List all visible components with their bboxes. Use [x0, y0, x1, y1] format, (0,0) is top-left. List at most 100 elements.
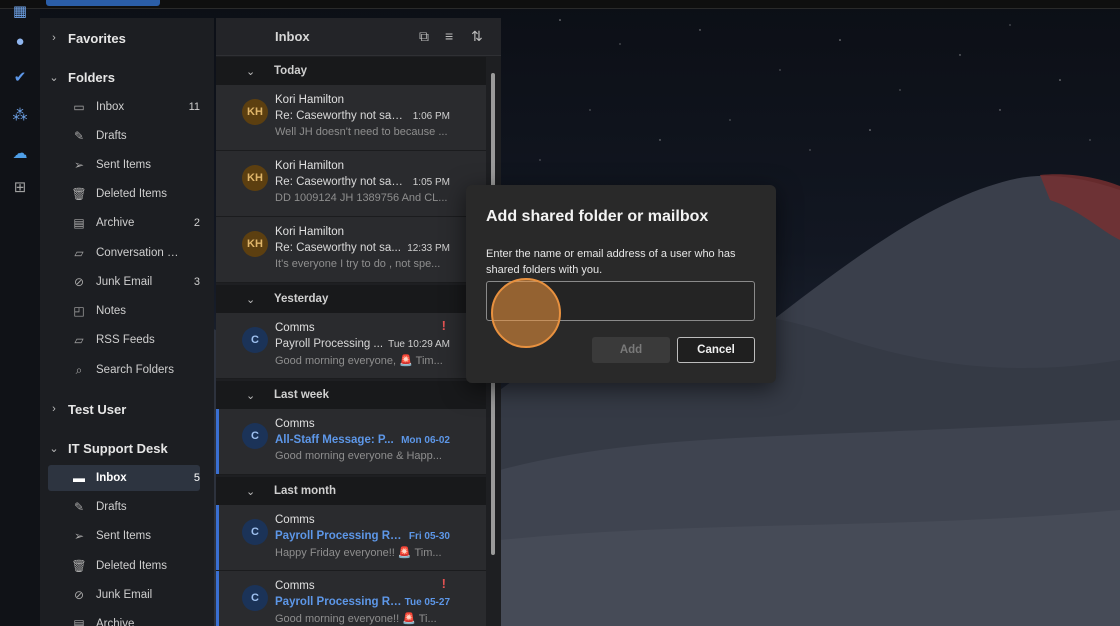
- message-item[interactable]: C Comms Payroll Processing Re... Fri 05-…: [216, 505, 486, 571]
- folder-item-deleted-items[interactable]: 🗑 Deleted Items: [48, 181, 200, 207]
- message-item[interactable]: C Comms ! Payroll Processing Re... Tue 0…: [216, 571, 486, 626]
- folder-label: Junk Email: [96, 276, 153, 288]
- message-time: 1:06 PM: [412, 111, 450, 122]
- important-flag-icon: !: [441, 318, 446, 333]
- notes-icon: ◰: [73, 304, 85, 318]
- pencil-icon: ✎: [73, 500, 85, 514]
- folder-label: Junk Email: [96, 589, 153, 601]
- it-support-desk-label: IT Support Desk: [68, 440, 168, 456]
- section-header-last-week[interactable]: ⌄ Last week: [216, 381, 486, 409]
- it-folder-item-drafts[interactable]: ✎ Drafts: [48, 494, 200, 520]
- folder-item-rss-feeds[interactable]: ▱ RSS Feeds: [48, 327, 200, 353]
- archive-icon: ▤: [73, 617, 85, 626]
- folder-item-drafts[interactable]: ✎ Drafts: [48, 123, 200, 149]
- folder-item-archive[interactable]: ▤ Archive 2: [48, 210, 200, 236]
- unread-count: 3: [193, 276, 200, 288]
- section-label: Last month: [274, 485, 336, 497]
- favorites-group[interactable]: › Favorites: [40, 26, 214, 50]
- people-icon[interactable]: ●: [10, 31, 30, 51]
- avatar: KH: [242, 165, 268, 191]
- chevron-down-icon: ⌄: [49, 442, 59, 455]
- message-sender: Comms: [275, 514, 315, 526]
- filter-icon[interactable]: ≡: [445, 28, 453, 44]
- message-subject: Re: Caseworthy not savi...: [275, 110, 405, 122]
- trash-icon: 🗑: [71, 559, 87, 573]
- avatar: KH: [242, 231, 268, 257]
- message-preview: Happy Friday everyone!! 🚨 Tim...: [275, 547, 442, 559]
- message-time: 1:05 PM: [412, 177, 450, 188]
- todo-check-icon[interactable]: ✔: [10, 67, 30, 87]
- it-folder-item-inbox[interactable]: ▬ Inbox 5: [48, 465, 200, 491]
- pencil-icon: ✎: [73, 129, 85, 143]
- folder-label: Inbox: [96, 101, 125, 113]
- groups-icon[interactable]: ⁂: [10, 105, 30, 125]
- folder-label: Sent Items: [96, 530, 151, 542]
- unread-count: 5: [193, 472, 200, 484]
- folder-item-search-folders[interactable]: ⌕ Search Folders: [48, 357, 200, 383]
- folder-label: Drafts: [96, 130, 127, 142]
- message-subject: Payroll Processing Re...: [275, 596, 405, 608]
- chevron-down-icon: ⌄: [246, 293, 256, 306]
- message-sender: Kori Hamilton: [275, 160, 345, 172]
- it-folder-item-junk-email[interactable]: ⊘ Junk Email: [48, 582, 200, 608]
- section-header-yesterday[interactable]: ⌄ Yesterday: [216, 285, 486, 313]
- avatar: C: [242, 327, 268, 353]
- it-support-desk-group[interactable]: ⌄ IT Support Desk: [40, 436, 214, 460]
- avatar: C: [242, 585, 268, 611]
- avatar: C: [242, 519, 268, 545]
- send-icon: ➢: [73, 529, 85, 543]
- archive-icon: ▤: [73, 216, 85, 230]
- message-item[interactable]: C Comms ! Payroll Processing ... Tue 10:…: [216, 313, 486, 379]
- folder-item-inbox[interactable]: ▭ Inbox 11: [48, 94, 200, 120]
- it-folder-item-archive[interactable]: ▤ Archive: [48, 611, 200, 626]
- message-sender: Comms: [275, 322, 315, 334]
- message-item[interactable]: C Comms All-Staff Message: P... Mon 06-0…: [216, 409, 486, 475]
- sort-icon[interactable]: ⇅: [471, 28, 483, 45]
- it-folder-item-sent-items[interactable]: ➢ Sent Items: [48, 523, 200, 549]
- folder-item-conversation-history[interactable]: ▱ Conversation Histo...: [48, 240, 200, 266]
- message-list-header: Inbox ⧉ ≡ ⇅: [216, 18, 501, 56]
- test-user-group[interactable]: › Test User: [40, 397, 214, 421]
- junk-icon: ⊘: [73, 275, 85, 289]
- folder-icon: ▱: [74, 246, 84, 260]
- message-subject: Payroll Processing Re...: [275, 530, 405, 542]
- folder-label: RSS Feeds: [96, 334, 155, 346]
- shared-mailbox-input[interactable]: [486, 281, 755, 321]
- onedrive-cloud-icon[interactable]: ☁: [10, 143, 30, 163]
- apps-grid-icon[interactable]: ⊞: [10, 177, 30, 197]
- message-subject: Re: Caseworthy not sa...: [275, 242, 401, 254]
- folder-label: Search Folders: [96, 364, 174, 376]
- chevron-right-icon: ›: [52, 403, 56, 415]
- folder-item-notes[interactable]: ◰ Notes: [48, 298, 200, 324]
- folder-label: Deleted Items: [96, 560, 167, 572]
- message-item[interactable]: KH Kori Hamilton Re: Caseworthy not savi…: [216, 151, 486, 217]
- select-mode-icon[interactable]: ⧉: [419, 28, 429, 45]
- section-header-last-month[interactable]: ⌄ Last month: [216, 477, 486, 505]
- message-time: 12:33 PM: [407, 243, 450, 254]
- chevron-down-icon: ⌄: [246, 65, 256, 78]
- top-bar: [0, 0, 1120, 9]
- inbox-icon: ▬: [73, 471, 85, 485]
- calendar-icon[interactable]: ▦: [10, 1, 30, 21]
- message-list-title: Inbox: [275, 29, 310, 44]
- add-button[interactable]: Add: [592, 337, 670, 363]
- folder-item-sent-items[interactable]: ➢ Sent Items: [48, 152, 200, 178]
- folder-label: Conversation Histo...: [96, 247, 180, 259]
- message-preview: It's everyone I try to do , not spe...: [275, 258, 441, 270]
- send-icon: ➢: [73, 158, 85, 172]
- message-item[interactable]: KH Kori Hamilton Re: Caseworthy not savi…: [216, 85, 486, 151]
- folder-item-junk-email[interactable]: ⊘ Junk Email 3: [48, 269, 200, 295]
- message-time: Mon 06-02: [401, 435, 450, 446]
- folder-label: Deleted Items: [96, 188, 167, 200]
- folder-label: Drafts: [96, 501, 127, 513]
- message-subject: Re: Caseworthy not savi...: [275, 176, 405, 188]
- top-bar-button[interactable]: [46, 0, 160, 6]
- message-preview: Good morning everyone, 🚨 Tim...: [275, 355, 443, 367]
- folders-group[interactable]: ⌄ Folders: [40, 65, 214, 89]
- message-item[interactable]: KH Kori Hamilton Re: Caseworthy not sa..…: [216, 217, 486, 283]
- it-folder-item-deleted-items[interactable]: 🗑 Deleted Items: [48, 553, 200, 579]
- cancel-button[interactable]: Cancel: [677, 337, 755, 363]
- chevron-down-icon: ⌄: [49, 71, 59, 84]
- section-header-today[interactable]: ⌄ Today: [216, 57, 486, 85]
- message-list: Inbox ⧉ ≡ ⇅ ⌄ Today KH Kori Hamilton Re:…: [216, 18, 501, 626]
